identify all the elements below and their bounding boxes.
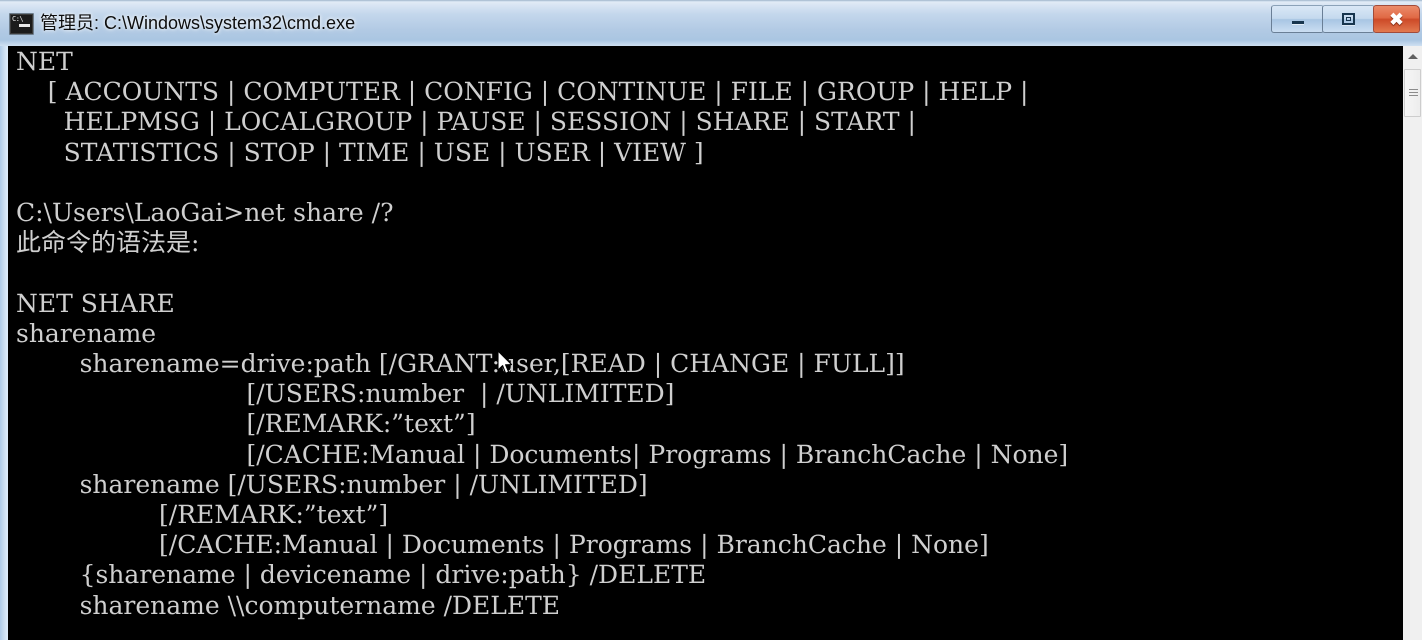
- cmd-icon-prompt-glyph: C:\: [12, 15, 24, 23]
- console-client-frame: NET [ ACCOUNTS | COMPUTER | CONFIG | CON…: [0, 46, 1422, 640]
- close-icon: ✖: [1374, 6, 1419, 32]
- scrollbar-grip-icon: [1409, 89, 1418, 98]
- titlebar-highlight: [0, 0, 1422, 2]
- scrollbar-thumb[interactable]: [1404, 69, 1421, 117]
- vertical-scrollbar[interactable]: [1402, 46, 1422, 640]
- maximize-icon: [1323, 6, 1374, 32]
- cmd-console-icon: C:\: [9, 13, 34, 35]
- close-button[interactable]: ✖: [1373, 5, 1420, 33]
- maximize-restore-button[interactable]: [1322, 5, 1375, 33]
- close-glyph: ✖: [1389, 9, 1404, 29]
- window-title: 管理员: C:\Windows\system32\cmd.exe: [40, 13, 356, 33]
- minimize-button[interactable]: [1271, 5, 1324, 33]
- chevron-up-icon: [1408, 54, 1418, 59]
- window-titlebar[interactable]: C:\ 管理员: C:\Windows\system32\cmd.exe ✖: [0, 0, 1422, 46]
- cmd-window: C:\ 管理员: C:\Windows\system32\cmd.exe ✖ N…: [0, 0, 1422, 640]
- cmd-icon-bar: [19, 24, 30, 27]
- console-text: NET [ ACCOUNTS | COMPUTER | CONFIG | CON…: [16, 47, 1069, 620]
- console-output-area[interactable]: NET [ ACCOUNTS | COMPUTER | CONFIG | CON…: [8, 46, 1402, 640]
- scrollbar-up-button[interactable]: [1403, 46, 1422, 67]
- minimize-icon: [1272, 6, 1323, 32]
